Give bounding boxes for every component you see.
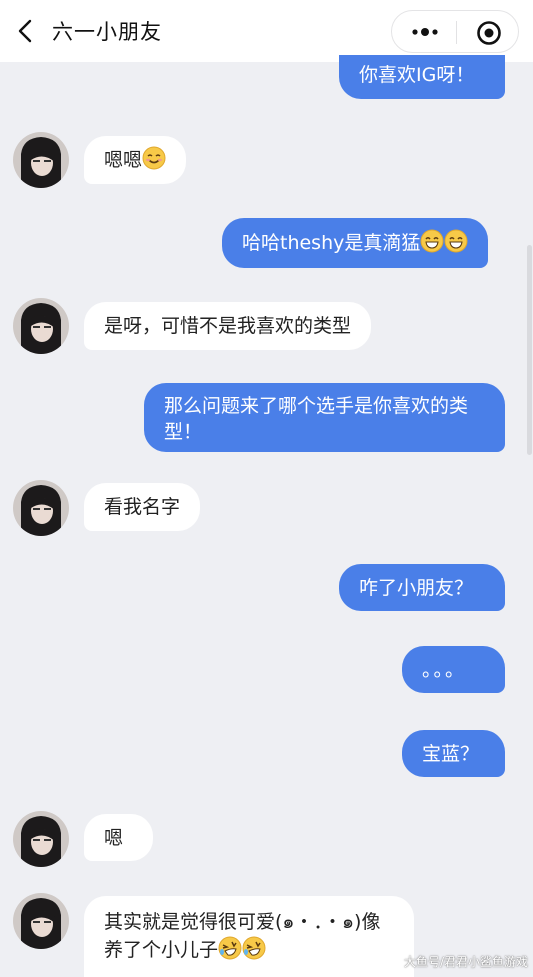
message-bubble-sent: 。。。	[402, 646, 505, 693]
message-bubble-received: 嗯	[84, 814, 153, 861]
message-text: 哈哈theshy是真滴猛	[242, 232, 421, 254]
rofl-emoji-icon	[242, 936, 266, 960]
message-bubble-received: 看我名字	[84, 483, 201, 531]
message-bubble-sent: 那么问题来了哪个选手是你喜欢的类型！	[144, 383, 505, 452]
chat-area[interactable]: 你喜欢IG呀！ 嗯嗯 哈哈theshy是真滴猛 是呀，可惜不是我喜欢的类型 那么…	[0, 0, 533, 977]
avatar[interactable]	[13, 811, 69, 867]
message-bubble-sent: 咋了小朋友？	[339, 564, 505, 611]
smile-emoji-icon	[142, 146, 166, 170]
grin-emoji-icon	[444, 229, 468, 253]
grin-emoji-icon	[420, 229, 444, 253]
message-text: 咋了小朋友？	[359, 577, 474, 599]
scrollbar[interactable]	[527, 245, 532, 455]
message-text: 那么问题来了哪个选手是你喜欢的类型！	[164, 395, 469, 443]
message-bubble-sent: 哈哈theshy是真滴猛	[222, 218, 489, 268]
message-text: 。。。	[422, 659, 467, 681]
message-bubble-received: 嗯嗯	[84, 136, 187, 184]
message-text: 宝蓝？	[422, 743, 480, 765]
watermark: 大鱼号/君君小鲨鱼游戏	[404, 955, 529, 969]
message-text: 你喜欢IG呀！	[359, 64, 475, 86]
message-bubble-sent: 宝蓝？	[402, 730, 505, 777]
avatar[interactable]	[13, 893, 69, 949]
avatar[interactable]	[13, 480, 69, 536]
message-text: 看我名字	[104, 496, 181, 518]
rofl-emoji-icon	[218, 936, 242, 960]
message-bubble-received: 其实就是觉得很可爱(๑・．・๑)像养了个小儿子	[84, 896, 414, 977]
message-text: 是呀，可惜不是我喜欢的类型	[104, 315, 352, 337]
avatar[interactable]	[13, 298, 69, 354]
message-text: 嗯	[104, 827, 124, 849]
message-text: 嗯嗯	[104, 149, 143, 171]
message-bubble-received: 是呀，可惜不是我喜欢的类型	[84, 302, 372, 350]
avatar[interactable]	[13, 132, 69, 188]
message-bubble-sent: 你喜欢IG呀！	[339, 55, 505, 99]
